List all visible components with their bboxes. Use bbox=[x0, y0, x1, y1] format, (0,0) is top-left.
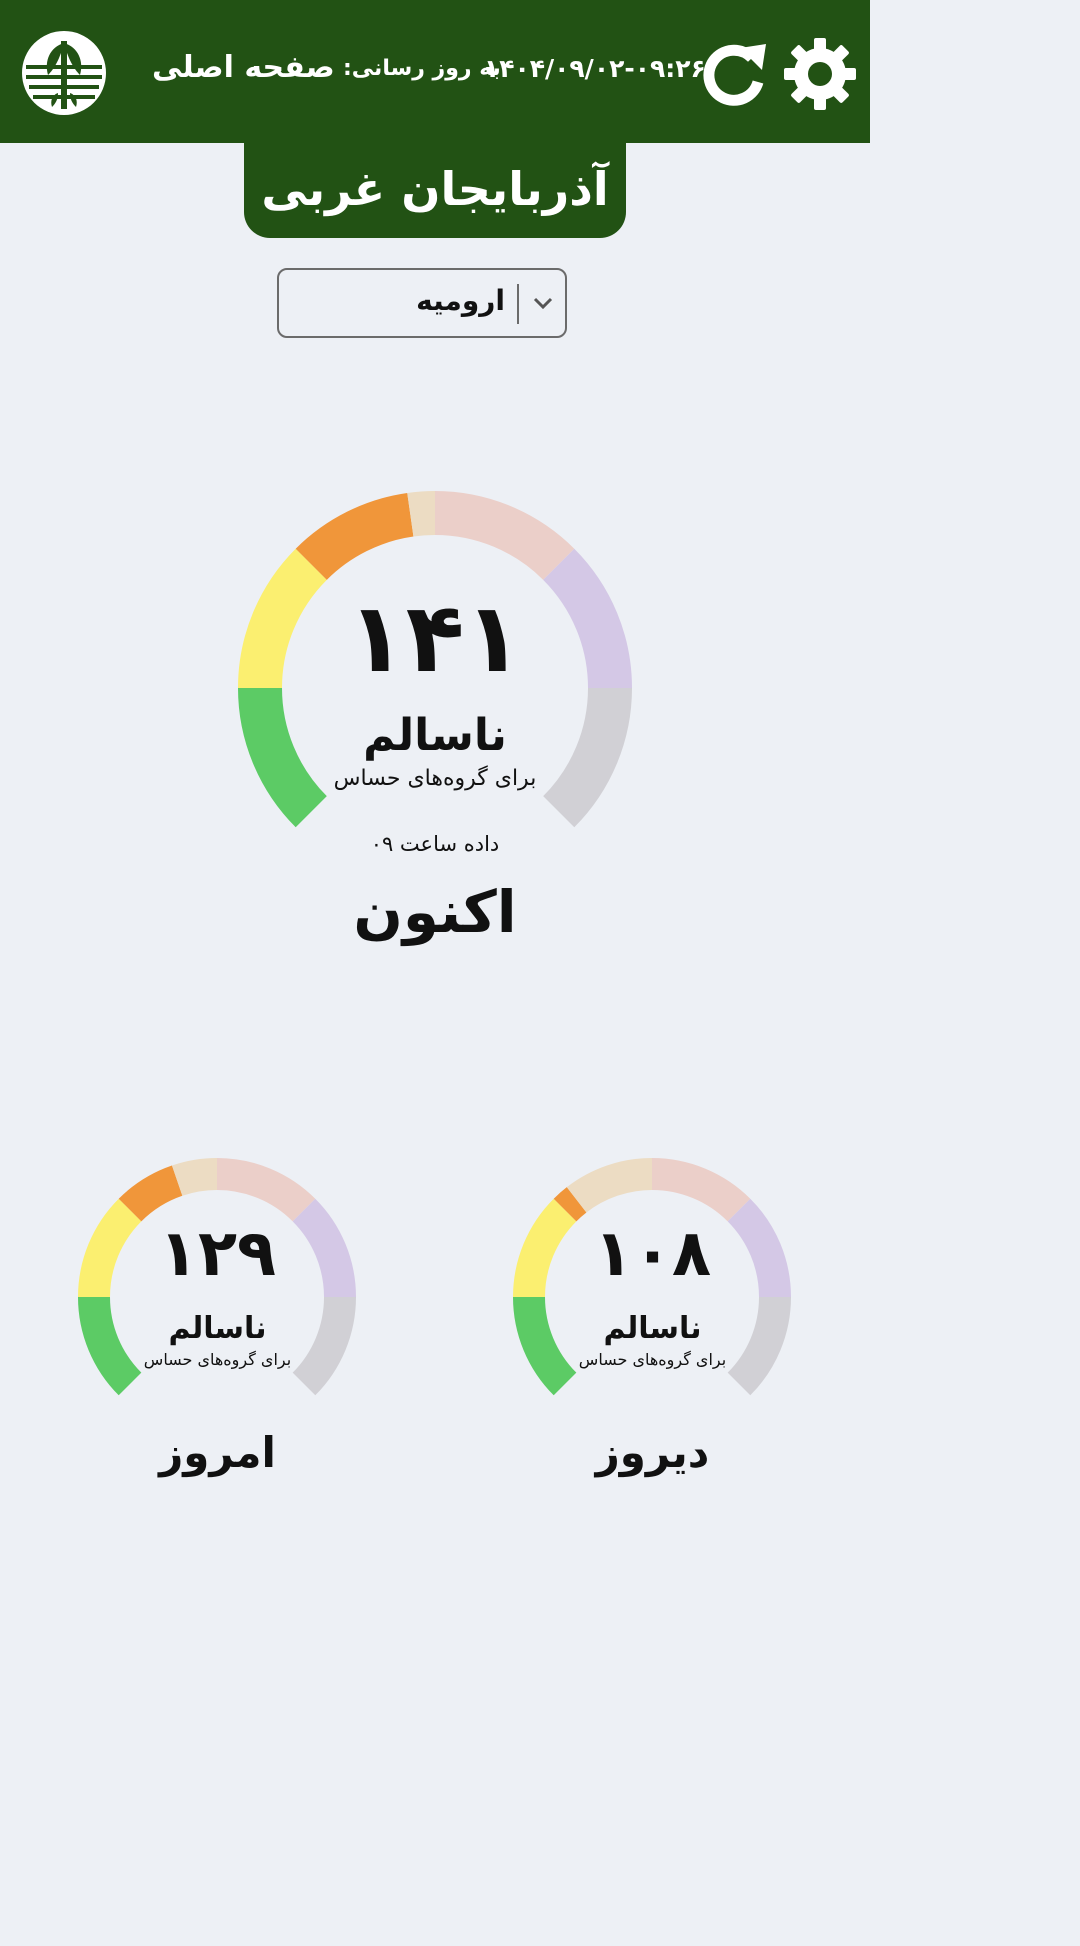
gauge-today: ۱۲۹ ناسالم برای گروه‌های حساس bbox=[55, 1135, 380, 1425]
aqi-value: ۱۴۱ bbox=[347, 582, 523, 694]
gauge-label-yesterday: دیروز bbox=[595, 1428, 710, 1477]
settings-button[interactable] bbox=[782, 36, 858, 112]
gauge-label-now: اکنون bbox=[353, 878, 517, 946]
gauge-segment-sensitive bbox=[118, 1165, 183, 1222]
aqi-status: ناسالم bbox=[363, 710, 507, 761]
aqi-status-detail: برای گروه‌های حساس bbox=[578, 1350, 727, 1369]
gauge-segment-sensitive-remaining bbox=[566, 1158, 653, 1213]
app-header: صفحه اصلی به روز رسانی: ۱۴۰۴/۰۹/۰۲-۰۹:۲۶ bbox=[0, 0, 870, 143]
update-timestamp: ۱۴۰۴/۰۹/۰۲-۰۹:۲۶ bbox=[484, 54, 706, 83]
app-screen: صفحه اصلی به روز رسانی: ۱۴۰۴/۰۹/۰۲-۰۹:۲۶ bbox=[0, 0, 870, 1568]
gear-icon bbox=[784, 38, 856, 110]
gauge-segment-sensitive-remaining bbox=[171, 1158, 218, 1196]
gauge-segment-sensitive bbox=[553, 1187, 587, 1222]
page-title[interactable]: صفحه اصلی bbox=[152, 50, 335, 85]
gauge-segment-unhealthy-remaining bbox=[651, 1158, 751, 1222]
aqi-status: ناسالم bbox=[603, 1311, 702, 1346]
refresh-button[interactable] bbox=[700, 36, 772, 108]
data-hour-note: داده ساعت ۰۹ bbox=[370, 832, 500, 856]
select-divider bbox=[517, 284, 519, 324]
aqi-status-detail: برای گروه‌های حساس bbox=[333, 766, 537, 791]
province-title: آذربایجان غربی bbox=[244, 143, 626, 238]
chevron-down-icon bbox=[533, 297, 553, 310]
environment-logo-icon bbox=[20, 29, 108, 117]
gauge-segment-sensitive bbox=[295, 492, 414, 581]
aqi-value: ۱۰۸ bbox=[593, 1217, 712, 1291]
gauge-now: ۱۴۱ ناسالم برای گروه‌های حساس داده ساعت … bbox=[205, 460, 665, 860]
gauge-label-today: امروز bbox=[159, 1428, 276, 1477]
gauge-yesterday: ۱۰۸ ناسالم برای گروه‌های حساس bbox=[490, 1135, 815, 1425]
gauge-segment-unhealthy-remaining bbox=[216, 1158, 316, 1222]
aqi-status-detail: برای گروه‌های حساس bbox=[143, 1350, 292, 1369]
gauge-segment-sensitive-remaining bbox=[407, 491, 436, 537]
refresh-icon bbox=[703, 44, 766, 106]
city-select[interactable]: ارومیه bbox=[277, 268, 567, 338]
aqi-value: ۱۲۹ bbox=[158, 1217, 277, 1291]
city-select-value: ارومیه bbox=[416, 284, 505, 317]
aqi-status: ناسالم bbox=[168, 1311, 267, 1346]
gauge-segment-unhealthy-remaining bbox=[434, 491, 575, 581]
update-label: به روز رسانی: bbox=[343, 56, 501, 81]
